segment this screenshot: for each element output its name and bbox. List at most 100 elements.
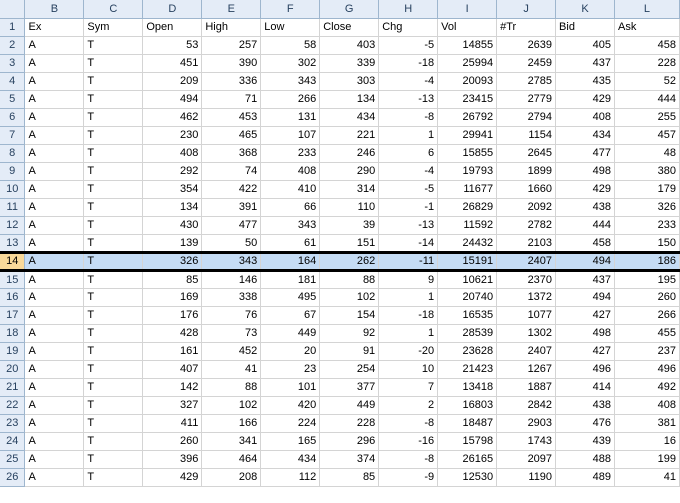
cell-chg[interactable]: 1: [378, 126, 439, 145]
cell-sym[interactable]: T: [83, 342, 144, 361]
cell-ex[interactable]: A: [24, 270, 85, 289]
cell-high[interactable]: 50: [201, 234, 262, 253]
cell-ask[interactable]: 233: [614, 216, 680, 235]
cell-low[interactable]: 495: [260, 288, 321, 307]
cell-high[interactable]: 477: [201, 216, 262, 235]
column-header-f[interactable]: F: [260, 0, 321, 19]
cell-ex[interactable]: A: [24, 90, 85, 109]
cell-open[interactable]: 451: [142, 54, 203, 73]
cell-bid[interactable]: 444: [555, 216, 615, 235]
cell-close[interactable]: 434: [319, 108, 380, 127]
cell-sym[interactable]: T: [83, 450, 144, 469]
cell-sym[interactable]: T: [83, 72, 144, 91]
cell-header-tr[interactable]: #Tr: [496, 18, 557, 37]
cell-sym[interactable]: T: [83, 162, 144, 181]
cell-close[interactable]: 377: [319, 378, 380, 397]
cell-low[interactable]: 23: [260, 360, 321, 379]
cell-chg[interactable]: -20: [378, 342, 439, 361]
cell-close[interactable]: 102: [319, 288, 380, 307]
row-header[interactable]: 9: [0, 162, 26, 181]
cell-ex[interactable]: A: [24, 378, 85, 397]
cell-low[interactable]: 434: [260, 450, 321, 469]
cell-chg[interactable]: 1: [378, 288, 439, 307]
cell-bid[interactable]: 405: [555, 36, 615, 55]
cell-open[interactable]: 428: [142, 324, 203, 343]
cell-vol[interactable]: 23415: [437, 90, 498, 109]
cell-low[interactable]: 343: [260, 216, 321, 235]
cell-vol[interactable]: 18487: [437, 414, 498, 433]
cell-close[interactable]: 296: [319, 432, 380, 451]
cell-tr[interactable]: 1660: [496, 180, 557, 199]
cell-bid[interactable]: 494: [555, 250, 615, 272]
cell-bid[interactable]: 437: [555, 270, 615, 289]
cell-vol[interactable]: 26792: [437, 108, 498, 127]
cell-ex[interactable]: A: [24, 288, 85, 307]
cell-chg[interactable]: -4: [378, 162, 439, 181]
cell-vol[interactable]: 29941: [437, 126, 498, 145]
cell-ask[interactable]: 16: [614, 432, 680, 451]
cell-high[interactable]: 73: [201, 324, 262, 343]
cell-ex[interactable]: A: [24, 324, 85, 343]
cell-tr[interactable]: 2103: [496, 234, 557, 253]
cell-low[interactable]: 164: [260, 250, 321, 272]
cell-high[interactable]: 41: [201, 360, 262, 379]
cell-high[interactable]: 88: [201, 378, 262, 397]
cell-tr[interactable]: 2842: [496, 396, 557, 415]
cell-vol[interactable]: 26829: [437, 198, 498, 217]
cell-low[interactable]: 181: [260, 270, 321, 289]
cell-low[interactable]: 449: [260, 324, 321, 343]
cell-tr[interactable]: 1190: [496, 468, 557, 487]
cell-ask[interactable]: 48: [614, 144, 680, 163]
cell-close[interactable]: 374: [319, 450, 380, 469]
cell-ex[interactable]: A: [24, 432, 85, 451]
cell-vol[interactable]: 12530: [437, 468, 498, 487]
cell-sym[interactable]: T: [83, 144, 144, 163]
cell-chg[interactable]: -11: [378, 250, 439, 272]
cell-low[interactable]: 20: [260, 342, 321, 361]
cell-ask[interactable]: 228: [614, 54, 680, 73]
cell-sym[interactable]: T: [83, 216, 144, 235]
cell-tr[interactable]: 2092: [496, 198, 557, 217]
cell-bid[interactable]: 488: [555, 450, 615, 469]
cell-header-sym[interactable]: Sym: [83, 18, 144, 37]
cell-close[interactable]: 228: [319, 414, 380, 433]
cell-vol[interactable]: 25994: [437, 54, 498, 73]
cell-close[interactable]: 88: [319, 270, 380, 289]
cell-chg[interactable]: -4: [378, 72, 439, 91]
cell-sym[interactable]: T: [83, 180, 144, 199]
cell-vol[interactable]: 28539: [437, 324, 498, 343]
cell-bid[interactable]: 496: [555, 360, 615, 379]
cell-sym[interactable]: T: [83, 108, 144, 127]
cell-close[interactable]: 254: [319, 360, 380, 379]
cell-ex[interactable]: A: [24, 162, 85, 181]
cell-ask[interactable]: 455: [614, 324, 680, 343]
row-header[interactable]: 13: [0, 234, 26, 253]
cell-high[interactable]: 257: [201, 36, 262, 55]
cell-ask[interactable]: 186: [614, 250, 680, 272]
cell-vol[interactable]: 23628: [437, 342, 498, 361]
cell-vol[interactable]: 15855: [437, 144, 498, 163]
cell-ex[interactable]: A: [24, 250, 85, 272]
cell-sym[interactable]: T: [83, 126, 144, 145]
cell-high[interactable]: 146: [201, 270, 262, 289]
cell-sym[interactable]: T: [83, 432, 144, 451]
cell-chg[interactable]: -18: [378, 54, 439, 73]
row-header[interactable]: 20: [0, 360, 26, 379]
cell-ex[interactable]: A: [24, 342, 85, 361]
cell-low[interactable]: 302: [260, 54, 321, 73]
cell-ex[interactable]: A: [24, 414, 85, 433]
cell-tr[interactable]: 2407: [496, 342, 557, 361]
column-header-b[interactable]: B: [24, 0, 85, 19]
cell-tr[interactable]: 2459: [496, 54, 557, 73]
cell-chg[interactable]: -9: [378, 468, 439, 487]
cell-sym[interactable]: T: [83, 270, 144, 289]
cell-close[interactable]: 221: [319, 126, 380, 145]
cell-high[interactable]: 390: [201, 54, 262, 73]
cell-high[interactable]: 465: [201, 126, 262, 145]
cell-sym[interactable]: T: [83, 468, 144, 487]
cell-high[interactable]: 368: [201, 144, 262, 163]
cell-open[interactable]: 53: [142, 36, 203, 55]
cell-close[interactable]: 262: [319, 250, 380, 272]
cell-bid[interactable]: 429: [555, 90, 615, 109]
cell-ex[interactable]: A: [24, 108, 85, 127]
